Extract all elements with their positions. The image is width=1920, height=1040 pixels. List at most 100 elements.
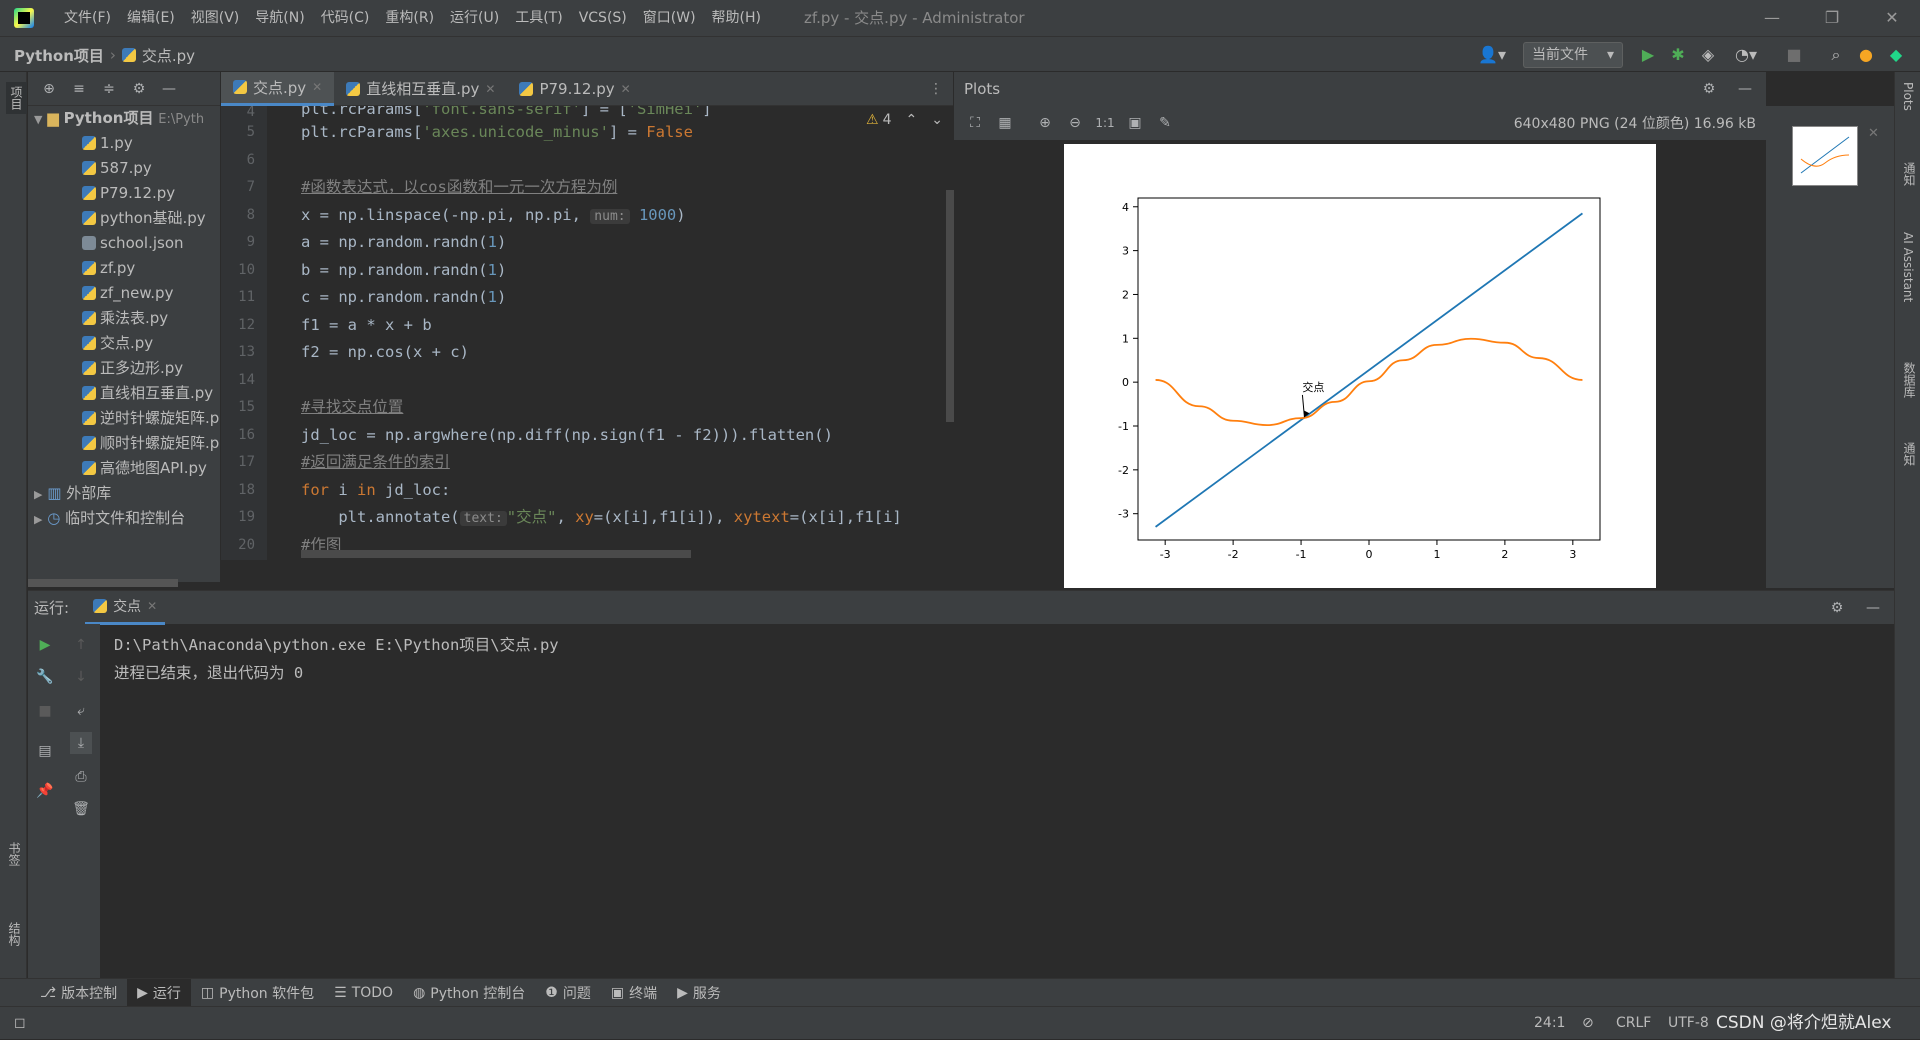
zoom-in-icon[interactable]: ⊕ <box>1034 112 1056 134</box>
close-thumbnail-icon[interactable]: ✕ <box>1868 126 1879 141</box>
settings-gear-icon[interactable]: ⚙ <box>128 78 150 100</box>
no-lock-icon[interactable]: ⊘ <box>1582 1007 1594 1040</box>
tree-file[interactable]: 逆时针螺旋矩阵.p <box>28 406 220 431</box>
debug-icon[interactable]: ✱ <box>1668 45 1688 65</box>
jetbrains-ai-icon[interactable]: ◆ <box>1886 45 1906 65</box>
minimize-icon[interactable]: — <box>1748 0 1796 36</box>
console-output[interactable]: D:\Path\Anaconda\python.exe E:\Python项目\… <box>114 632 559 687</box>
restore-icon[interactable]: ❐ <box>1808 0 1856 36</box>
hide-panel-icon[interactable]: — <box>158 78 180 100</box>
bookmarks-tool-button[interactable]: 书签 <box>6 842 23 866</box>
scroll-to-end-icon[interactable]: ⤓ <box>70 732 92 754</box>
tree-file[interactable]: 直线相互垂直.py <box>28 381 220 406</box>
line-separator[interactable]: CRLF <box>1616 1007 1651 1040</box>
expand-all-icon[interactable]: ≡ <box>68 78 90 100</box>
tree-file[interactable]: zf.py <box>28 256 220 281</box>
menu-run[interactable]: 运行(U) <box>442 0 507 36</box>
wrench-icon[interactable]: 🔧 <box>34 666 56 688</box>
tree-file[interactable]: P79.12.py <box>28 181 220 206</box>
plots-tool-button[interactable]: Plots <box>1901 82 1915 111</box>
tree-file[interactable]: zf_new.py <box>28 281 220 306</box>
print-icon[interactable]: ⎙ <box>70 766 92 788</box>
tab-services[interactable]: ▶ 服务 <box>667 979 731 1007</box>
settings-gear-icon[interactable]: ⚙ <box>1826 597 1848 619</box>
grid-icon[interactable]: ▦ <box>994 112 1016 134</box>
project-tool-button[interactable]: 项目 <box>6 82 27 114</box>
close-tab-icon[interactable]: ✕ <box>621 82 631 96</box>
select-opened-file-icon[interactable]: ⊕ <box>38 78 60 100</box>
tree-file[interactable]: 587.py <box>28 156 220 181</box>
trash-icon[interactable]: 🗑 <box>70 798 92 820</box>
more-tabs-icon[interactable]: ⋮ <box>929 81 943 97</box>
tab-terminal[interactable]: ▣ 终端 <box>601 979 667 1007</box>
run-tab[interactable]: 交点 ✕ <box>85 591 166 625</box>
tab-python-console[interactable]: ◍ Python 控制台 <box>403 979 535 1007</box>
tree-root[interactable]: ▼ ▆ Python项目 E:\Pyth <box>28 106 220 131</box>
close-window-icon[interactable]: ✕ <box>1868 0 1916 36</box>
tree-file[interactable]: 乘法表.py <box>28 306 220 331</box>
close-tab-icon[interactable]: ✕ <box>147 599 157 613</box>
settings-gear-icon[interactable]: ⚙ <box>1698 78 1720 100</box>
fit-icon[interactable]: ⛶ <box>964 112 986 134</box>
notifications-tool-button[interactable]: 通知 <box>1901 162 1918 186</box>
run-icon[interactable]: ▶ <box>1638 45 1658 65</box>
hide-panel-icon[interactable]: — <box>1862 597 1884 619</box>
menu-refactor[interactable]: 重构(R) <box>377 0 442 36</box>
menu-window[interactable]: 窗口(W) <box>635 0 704 36</box>
horizontal-scrollbar[interactable] <box>301 550 691 558</box>
coverage-icon[interactable]: ◈ <box>1698 45 1718 65</box>
tree-file[interactable]: 顺时针螺旋矩阵.p <box>28 431 220 456</box>
horizontal-scrollbar[interactable] <box>28 579 178 587</box>
soft-wrap-icon[interactable]: ⤶ <box>70 700 92 722</box>
menu-navigate[interactable]: 导航(N) <box>247 0 312 36</box>
update-icon[interactable]: ● <box>1856 45 1876 65</box>
tree-scratches[interactable]: ▶ ◷ 临时文件和控制台 <box>28 506 220 531</box>
color-picker-icon[interactable]: ✎ <box>1154 112 1176 134</box>
menu-view[interactable]: 视图(V) <box>183 0 248 36</box>
rerun-icon[interactable]: ▶ <box>34 634 56 656</box>
close-tab-icon[interactable]: ✕ <box>485 82 495 96</box>
stop-icon[interactable]: ■ <box>34 700 56 722</box>
database-tool-button[interactable]: 数据库 <box>1901 362 1918 398</box>
menu-file[interactable]: 文件(F) <box>56 0 119 36</box>
menu-help[interactable]: 帮助(H) <box>704 0 769 36</box>
plot-thumbnail[interactable] <box>1792 126 1858 186</box>
tab-p79[interactable]: P79.12.py ✕ <box>507 72 642 106</box>
ai-assistant-tool-button[interactable]: AI Assistant <box>1901 232 1915 302</box>
menu-tools[interactable]: 工具(T) <box>507 0 570 36</box>
collapse-all-icon[interactable]: ≑ <box>98 78 120 100</box>
menu-vcs[interactable]: VCS(S) <box>571 0 635 36</box>
tab-python-packages[interactable]: ◫ Python 软件包 <box>191 979 324 1007</box>
code-area[interactable]: plt.rcParams['font.sans-serif'] = ['SimH… <box>301 106 941 560</box>
tab-problems[interactable]: ❶ 问题 <box>535 979 601 1007</box>
breadcrumb-project[interactable]: Python项目 <box>14 45 104 66</box>
menu-edit[interactable]: 编辑(E) <box>119 0 183 36</box>
tree-file[interactable]: 1.py <box>28 131 220 156</box>
user-icon[interactable]: 👤▾ <box>1472 45 1512 65</box>
menu-code[interactable]: 代码(C) <box>313 0 378 36</box>
layout-icon[interactable]: ▤ <box>34 740 56 762</box>
scroll-up-icon[interactable]: ↑ <box>70 634 92 656</box>
profile-icon[interactable]: ◔▾ <box>1728 45 1764 65</box>
file-encoding[interactable]: UTF-8 <box>1668 1007 1709 1040</box>
background-icon[interactable]: ▣ <box>1124 112 1146 134</box>
notification-tool-button[interactable]: 通知 <box>1901 442 1918 466</box>
tree-file[interactable]: python基础.py <box>28 206 220 231</box>
run-configuration-select[interactable]: 当前文件 ▾ <box>1523 42 1623 68</box>
stop-icon[interactable]: ■ <box>1784 45 1804 65</box>
tree-file[interactable]: 正多边形.py <box>28 356 220 381</box>
tree-external-libraries[interactable]: ▶ ▥ 外部库 <box>28 481 220 506</box>
tab-todo[interactable]: ☰ TODO <box>324 979 403 1007</box>
pin-icon[interactable]: 📌 <box>34 780 56 802</box>
tab-run[interactable]: ▶ 运行 <box>127 978 191 1007</box>
tab-version-control[interactable]: ⎇ 版本控制 <box>30 979 127 1007</box>
caret-position[interactable]: 24:1 <box>1534 1007 1565 1040</box>
tree-file[interactable]: 高德地图API.py <box>28 456 220 481</box>
layout-toggle-icon[interactable]: ◻ <box>14 1007 26 1040</box>
breadcrumb-file[interactable]: 交点.py <box>142 45 195 66</box>
zoom-out-icon[interactable]: ⊖ <box>1064 112 1086 134</box>
structure-tool-button[interactable]: 结构 <box>6 922 23 946</box>
actual-size-icon[interactable]: 1:1 <box>1094 112 1116 134</box>
tab-perpendicular[interactable]: 直线相互垂直.py ✕ <box>334 72 507 106</box>
tree-file[interactable]: school.json <box>28 231 220 256</box>
